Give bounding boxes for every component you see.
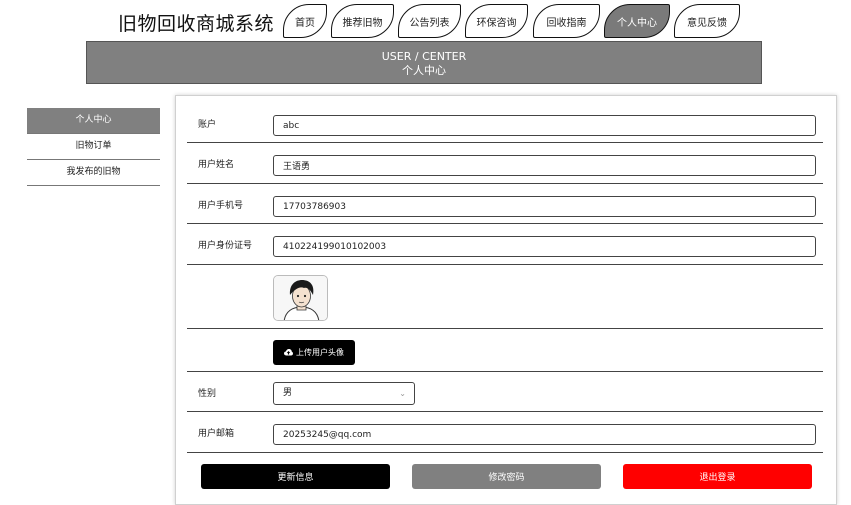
nav-tab-label: 个人中心 bbox=[617, 17, 657, 29]
name-row: 用户姓名 bbox=[187, 143, 823, 184]
nav-tab-label: 环保咨询 bbox=[476, 17, 517, 29]
nav-tab-label: 意见反馈 bbox=[687, 17, 727, 29]
banner-title-cn: 个人中心 bbox=[402, 64, 446, 77]
email-label: 用户邮箱 bbox=[198, 429, 235, 439]
phone-row: 用户手机号 bbox=[187, 184, 823, 224]
nav-tab-label: 回收指南 bbox=[546, 17, 587, 29]
gender-label: 性别 bbox=[198, 389, 217, 399]
nav-tab-announcements[interactable]: 公告列表 bbox=[398, 4, 461, 38]
upload-avatar-button[interactable]: 上传用户头像 bbox=[273, 340, 355, 365]
avatar[interactable] bbox=[273, 275, 328, 321]
sidebar-item-my-items[interactable]: 我发布的旧物 bbox=[27, 160, 160, 186]
email-field[interactable] bbox=[273, 424, 816, 445]
banner-title-en: USER / CENTER bbox=[381, 50, 467, 63]
update-info-button[interactable]: 更新信息 bbox=[201, 464, 390, 489]
gender-row: 性别 男 ⌄ bbox=[187, 372, 823, 412]
sidebar: 个人中心 旧物订单 我发布的旧物 bbox=[27, 108, 160, 186]
sidebar-item-personal-center[interactable]: 个人中心 bbox=[27, 108, 160, 134]
avatar-row bbox=[187, 265, 823, 329]
id-card-row: 用户身份证号 bbox=[187, 224, 823, 265]
nav-tab-feedback[interactable]: 意见反馈 bbox=[674, 4, 740, 38]
nav-tab-label: 推荐旧物 bbox=[342, 17, 383, 29]
cloud-upload-icon bbox=[284, 349, 293, 356]
avatar-illustration-icon bbox=[274, 276, 327, 320]
nav-tab-personal-center[interactable]: 个人中心 bbox=[604, 4, 670, 38]
chevron-down-icon: ⌄ bbox=[399, 389, 406, 398]
sidebar-item-orders[interactable]: 旧物订单 bbox=[27, 134, 160, 160]
logout-button[interactable]: 退出登录 bbox=[623, 464, 812, 489]
upload-avatar-label: 上传用户头像 bbox=[296, 348, 344, 357]
upload-row: 上传用户头像 bbox=[187, 329, 823, 372]
nav-tab-recommended[interactable]: 推荐旧物 bbox=[331, 4, 394, 38]
page-banner: USER / CENTER 个人中心 bbox=[86, 41, 762, 84]
phone-label: 用户手机号 bbox=[198, 201, 244, 211]
nav-tab-eco-consult[interactable]: 环保咨询 bbox=[465, 4, 528, 38]
email-row: 用户邮箱 bbox=[187, 412, 823, 453]
phone-field[interactable] bbox=[273, 196, 816, 217]
nav-tab-recycle-guide[interactable]: 回收指南 bbox=[533, 4, 600, 38]
gender-selected-value: 男 bbox=[283, 388, 293, 398]
nav-tab-home[interactable]: 首页 bbox=[283, 4, 327, 38]
id-card-label: 用户身份证号 bbox=[198, 241, 253, 251]
name-field[interactable] bbox=[273, 155, 816, 176]
change-password-button[interactable]: 修改密码 bbox=[412, 464, 601, 489]
nav-tab-label: 公告列表 bbox=[409, 17, 450, 29]
id-card-field[interactable] bbox=[273, 236, 816, 257]
nav-tab-label: 首页 bbox=[295, 17, 315, 29]
account-row: 账户 bbox=[187, 103, 823, 143]
account-field[interactable] bbox=[273, 115, 816, 136]
gender-select[interactable]: 男 ⌄ bbox=[273, 382, 415, 405]
site-title: 旧物回收商城系统 bbox=[118, 13, 275, 35]
name-label: 用户姓名 bbox=[198, 160, 235, 170]
account-label: 账户 bbox=[198, 120, 217, 130]
